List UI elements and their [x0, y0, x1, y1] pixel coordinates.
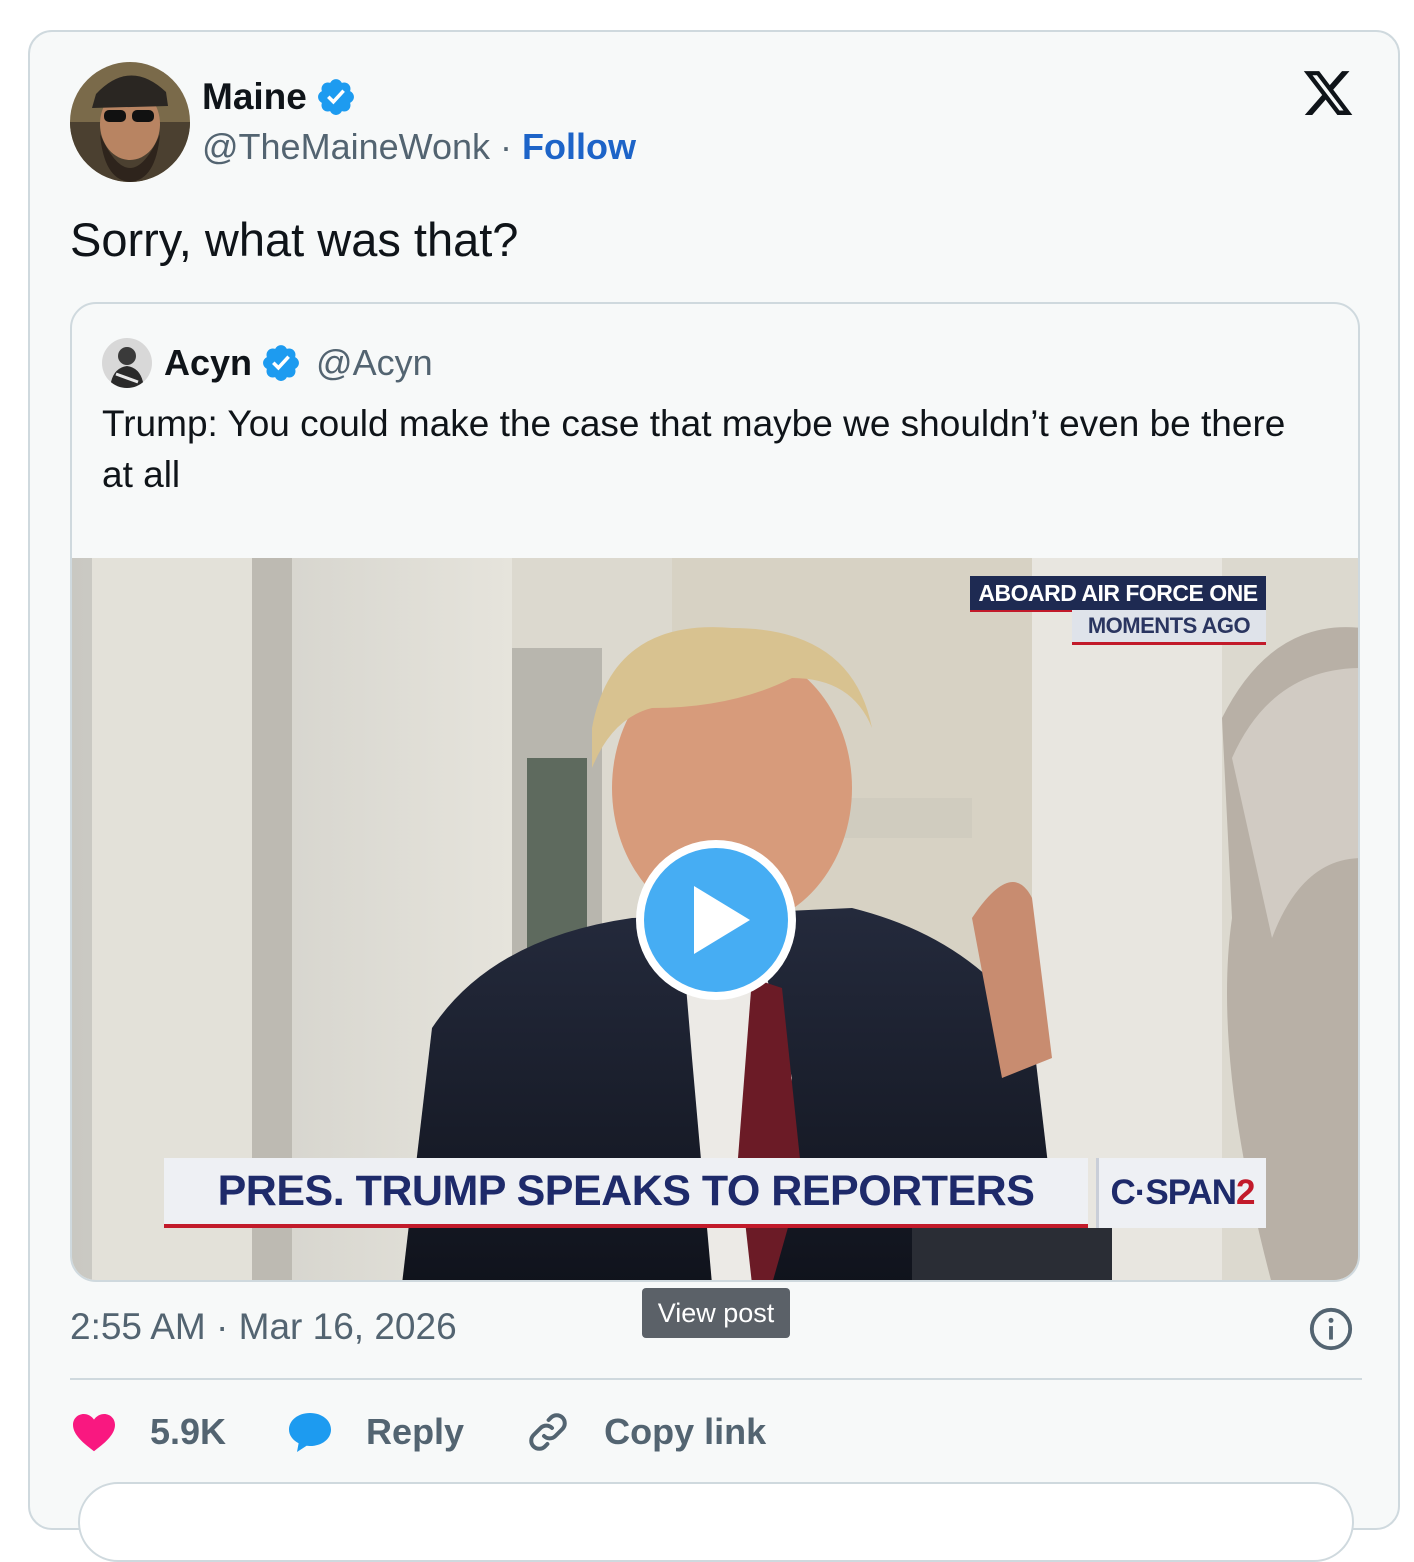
- heart-icon: [73, 1414, 115, 1452]
- network-prefix: C·SPAN: [1110, 1173, 1237, 1212]
- lower-third-text: PRES. TRUMP SPEAKS TO REPORTERS: [217, 1166, 1035, 1215]
- embedded-tweet-card[interactable]: Maine @TheMaineWonk · Follow Sorry, what…: [28, 30, 1400, 1562]
- reply-bubble-icon: [289, 1413, 332, 1452]
- network-logo-text: C·SPAN2: [1110, 1173, 1255, 1213]
- broadcast-badge-time: MOMENTS AGO: [1072, 610, 1266, 645]
- broadcast-lower-third: PRES. TRUMP SPEAKS TO REPORTERS: [164, 1158, 1088, 1228]
- tweet-text: Sorry, what was that?: [70, 213, 519, 266]
- broadcast-badge-location: ABOARD AIR FORCE ONE: [970, 576, 1266, 612]
- info-icon[interactable]: [1308, 1306, 1354, 1352]
- tweet-timestamp[interactable]: 2:55 AM · Mar 16, 2026: [70, 1306, 457, 1348]
- link-icon: [529, 1413, 567, 1451]
- author-handle-row: @TheMaineWonk · Follow: [202, 126, 636, 168]
- follow-link[interactable]: Follow: [522, 126, 636, 168]
- quoted-display-name[interactable]: Acyn: [164, 342, 252, 384]
- read-more-button[interactable]: [78, 1482, 1354, 1562]
- video-thumbnail[interactable]: ABOARD AIR FORCE ONE MOMENTS AGO PRES. T…: [72, 558, 1358, 1280]
- like-button[interactable]: 5.9K: [70, 1408, 226, 1456]
- like-count: 5.9K: [150, 1411, 227, 1452]
- author-avatar[interactable]: [70, 62, 190, 182]
- footer-divider: [70, 1378, 1362, 1380]
- verified-badge-icon: [317, 79, 354, 115]
- quoted-tweet[interactable]: Acyn @Acyn Trump: You could make the cas…: [70, 302, 1360, 1282]
- x-logo-icon[interactable]: [1300, 66, 1356, 120]
- network-logo: C·SPAN2: [1096, 1158, 1266, 1228]
- author-handle[interactable]: @TheMaineWonk: [202, 126, 490, 168]
- tweet-actions: 5.9K Reply Copy link: [70, 1402, 826, 1462]
- quoted-header: Acyn @Acyn: [164, 336, 433, 390]
- reply-label: Reply: [366, 1411, 465, 1452]
- copy-link-label: Copy link: [604, 1411, 767, 1452]
- author-display-name[interactable]: Maine: [202, 76, 307, 118]
- reply-button[interactable]: Reply: [286, 1408, 464, 1456]
- quoted-text: Trump: You could make the case that mayb…: [102, 403, 1286, 495]
- copy-link-button[interactable]: Copy link: [524, 1408, 766, 1456]
- verified-badge-icon: [263, 345, 299, 381]
- view-post-tooltip: View post: [642, 1288, 790, 1338]
- author-name-row: Maine: [202, 72, 357, 122]
- network-suffix: 2: [1236, 1173, 1255, 1212]
- quoted-handle[interactable]: @Acyn: [316, 342, 433, 384]
- quoted-author-avatar[interactable]: [102, 338, 152, 388]
- separator-dot: ·: [500, 126, 512, 167]
- play-button-icon[interactable]: [632, 836, 800, 1004]
